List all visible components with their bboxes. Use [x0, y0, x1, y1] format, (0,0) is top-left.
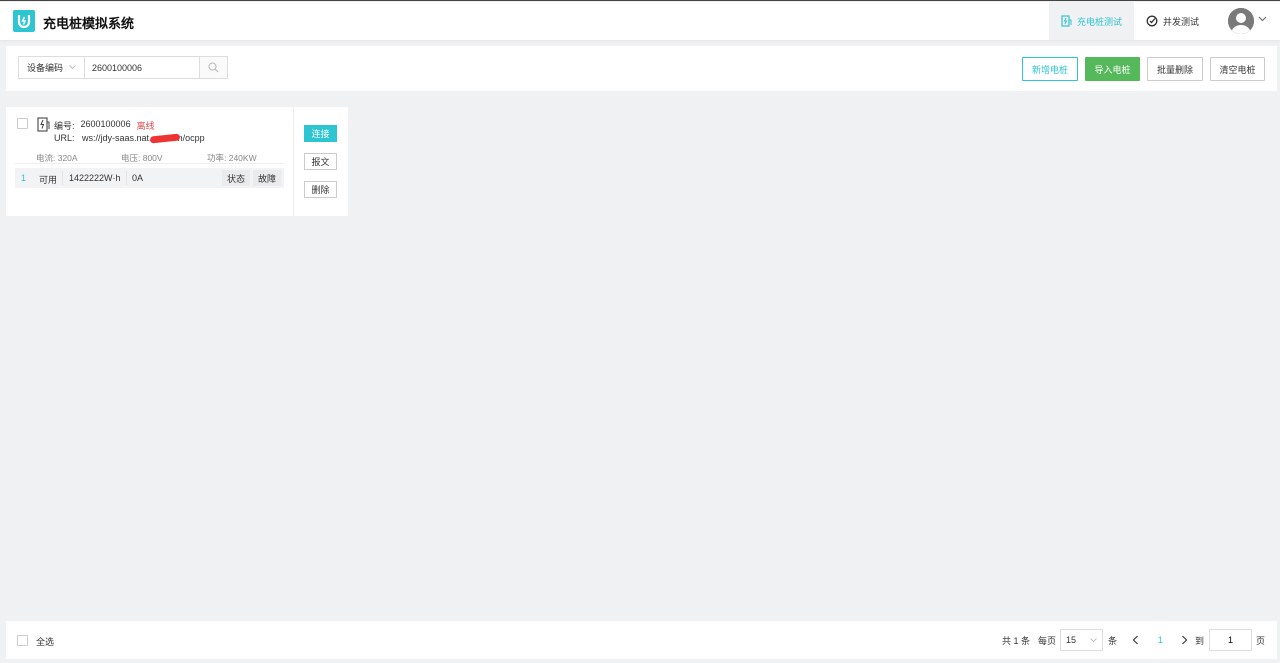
connect-button[interactable]: 连接	[304, 125, 337, 142]
search-icon	[208, 62, 219, 73]
pile-code-label: 编号:	[54, 121, 75, 131]
nav-concurrency-test-label: 并发测试	[1163, 16, 1200, 27]
connector-state-button[interactable]: 状态	[222, 170, 251, 186]
page-jump-input[interactable]	[1209, 629, 1252, 651]
goto-label: 到	[1195, 635, 1205, 646]
search-input[interactable]	[84, 56, 200, 79]
connector-status: 可用	[39, 175, 58, 185]
chevron-right-icon	[1182, 635, 1188, 645]
page-number[interactable]: 1	[1158, 621, 1163, 659]
pile-url-line: URL: ws://jdy-saas.nat. n/ocpp	[54, 133, 205, 144]
search-button[interactable]	[200, 56, 228, 79]
divider	[15, 163, 284, 164]
charging-pile-icon	[1061, 15, 1072, 27]
pile-status: 离线	[136, 121, 155, 131]
per-page-label: 每页	[1038, 635, 1057, 646]
add-pile-button[interactable]: 新增电桩	[1022, 57, 1078, 81]
next-page-button[interactable]	[1181, 621, 1188, 659]
connector-energy: 1422222W·h	[69, 173, 121, 183]
pile-code: 2600100006	[80, 119, 131, 129]
search-field-select[interactable]: 设备编码	[18, 56, 84, 79]
charging-pile-icon	[37, 117, 50, 132]
connector-fault-button[interactable]: 故障	[253, 170, 282, 186]
footer-bar: 全选 共 1 条 每页 15 条 1 到 页	[6, 621, 1277, 659]
clear-piles-button[interactable]: 清空电桩	[1210, 57, 1265, 81]
top-header: 充电桩模拟系统 充电桩测试 并发测试	[0, 2, 1280, 40]
page-unit-label: 页	[1256, 635, 1266, 646]
connector-current: 0A	[132, 173, 144, 183]
nav-concurrency-test[interactable]: 并发测试	[1134, 2, 1214, 40]
chevron-down-icon	[69, 65, 76, 70]
app-logo-icon	[13, 10, 35, 32]
search-group: 设备编码	[18, 56, 228, 79]
divider	[62, 171, 63, 185]
message-button[interactable]: 报文	[304, 153, 337, 170]
pile-code-line: 编号: 2600100006 离线	[54, 119, 155, 132]
divider	[293, 107, 294, 216]
page-size-value: 15	[1066, 635, 1077, 645]
batch-delete-button[interactable]: 批量删除	[1147, 57, 1203, 81]
search-field-label: 设备编码	[27, 63, 64, 73]
pile-card: 编号: 2600100006 离线 URL: ws://jdy-saas.nat…	[6, 107, 348, 216]
gauge-check-icon	[1146, 15, 1158, 27]
pile-url-suffix: n/ocpp	[177, 133, 205, 143]
total-count: 共 1 条	[1002, 635, 1031, 646]
nav-pile-test-label: 充电桩测试	[1077, 16, 1123, 27]
page-size-unit: 条	[1108, 635, 1118, 646]
prev-page-button[interactable]	[1132, 621, 1139, 659]
select-all-checkbox[interactable]	[17, 635, 28, 646]
app-frame: 充电桩模拟系统 充电桩测试 并发测试 设备编码 2600100006 新增电桩 …	[0, 0, 1280, 663]
user-avatar[interactable]	[1228, 8, 1254, 34]
connector-index: 1	[21, 173, 27, 183]
nav-pile-test[interactable]: 充电桩测试	[1049, 2, 1134, 40]
delete-button[interactable]: 删除	[304, 181, 337, 198]
chevron-down-icon[interactable]	[1258, 16, 1267, 22]
toolbar: 设备编码 新增电桩 导入电桩 批量删除 清空电桩	[6, 46, 1277, 91]
pile-checkbox[interactable]	[17, 118, 28, 129]
redaction-mark	[149, 133, 180, 144]
pile-url-prefix: ws://jdy-saas.nat.	[82, 133, 152, 143]
connector-row: 1 可用 1422222W·h 0A 状态 故障	[15, 168, 284, 188]
import-pile-button[interactable]: 导入电桩	[1085, 57, 1140, 81]
select-all-label[interactable]: 全选	[36, 635, 54, 648]
page-size-select[interactable]: 15	[1060, 629, 1103, 651]
divider	[126, 171, 127, 185]
chevron-left-icon	[1132, 635, 1138, 645]
pile-url-label: URL:	[54, 133, 75, 143]
chevron-down-icon	[1090, 637, 1097, 642]
app-title: 充电桩模拟系统	[43, 16, 135, 31]
